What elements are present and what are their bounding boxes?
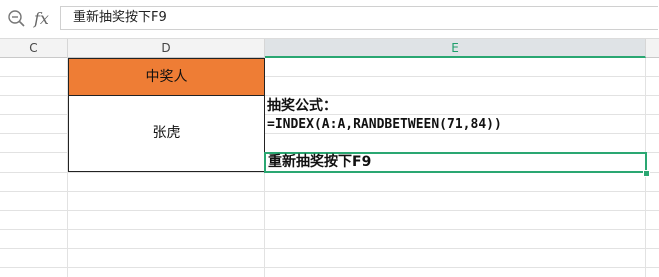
column-header-c[interactable]: C: [0, 39, 68, 58]
column-header-e[interactable]: E: [265, 39, 646, 58]
row-gridline: [0, 210, 659, 211]
fill-handle[interactable]: [643, 170, 650, 177]
cell-winner-header[interactable]: 中奖人: [68, 58, 265, 95]
column-header-f[interactable]: [646, 39, 659, 58]
active-cell[interactable]: 重新抽奖按下F9: [264, 152, 647, 173]
zoom-magnifier-icon[interactable]: [7, 9, 27, 29]
formula-bar: fx 重新抽奖按下F9: [0, 0, 659, 38]
cell-formula-text[interactable]: =INDEX(A:A,RANDBETWEEN(71,84)): [267, 116, 645, 134]
cell-winner-name[interactable]: 张虎: [68, 95, 265, 172]
row-gridline: [0, 267, 659, 268]
fx-icon[interactable]: fx: [34, 8, 49, 30]
column-header-d[interactable]: D: [68, 39, 265, 58]
row-gridline: [0, 248, 659, 249]
sheet-grid[interactable]: 中奖人 张虎 抽奖公式： =INDEX(A:A,RANDBETWEEN(71,8…: [0, 58, 659, 277]
row-gridline: [0, 191, 659, 192]
row-gridline: [0, 229, 659, 230]
formula-input[interactable]: 重新抽奖按下F9: [60, 6, 658, 30]
cell-formula-label[interactable]: 抽奖公式：: [267, 97, 645, 115]
column-header-row: C D E: [0, 38, 659, 58]
